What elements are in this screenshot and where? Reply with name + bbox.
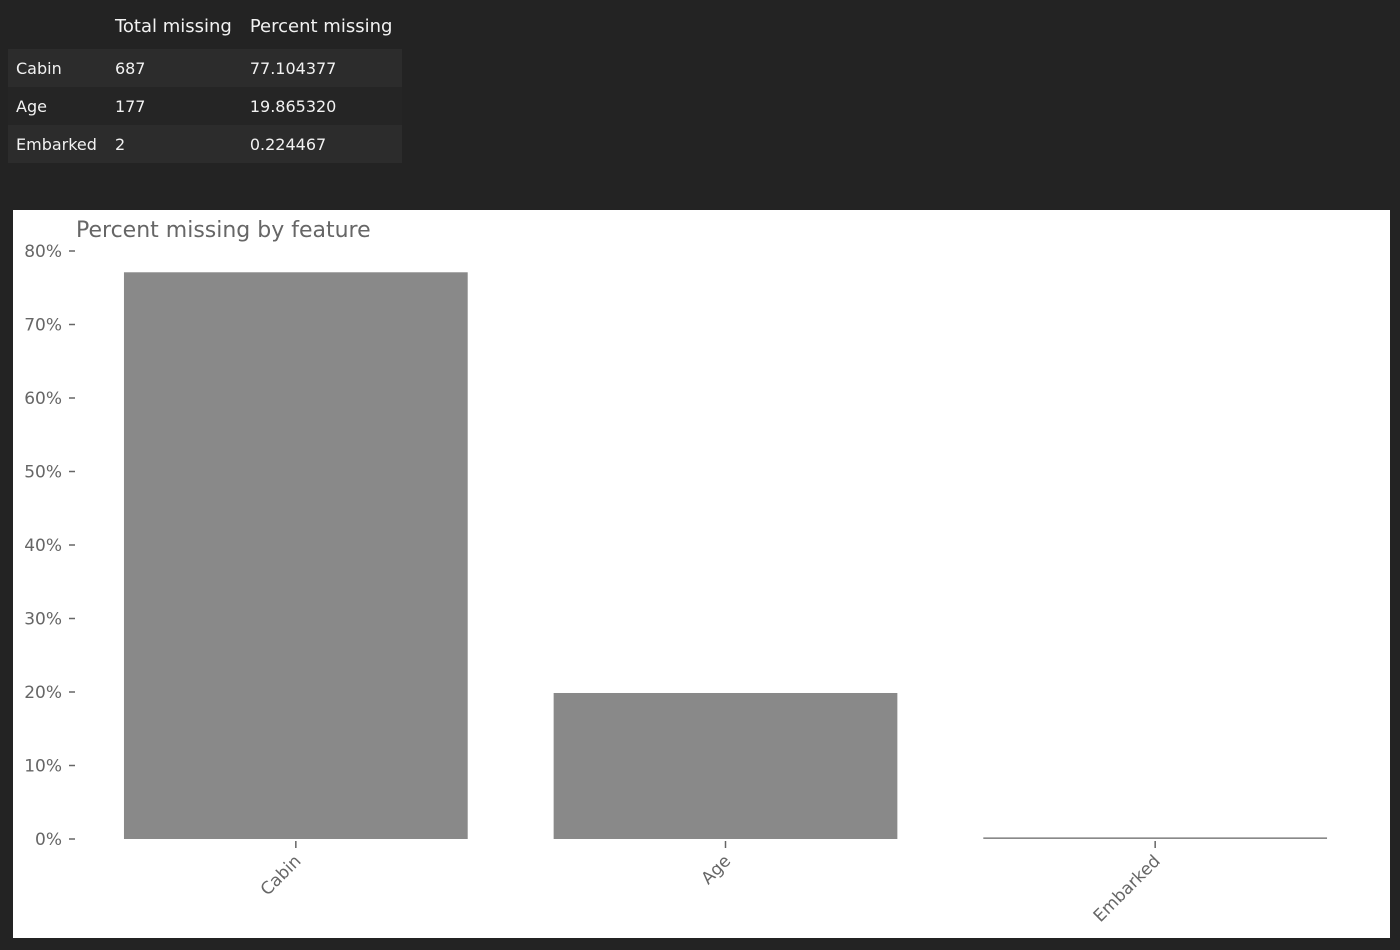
row-index: Cabin bbox=[8, 49, 107, 87]
table-row: Cabin 687 77.104377 bbox=[8, 49, 403, 87]
y-tick-label: 60% bbox=[24, 389, 62, 409]
y-tick-label: 80% bbox=[24, 242, 62, 262]
bar-cabin bbox=[123, 272, 468, 839]
row-index: Age bbox=[8, 87, 107, 125]
total-missing-cell: 687 bbox=[106, 49, 242, 87]
table-row: Embarked 2 0.224467 bbox=[8, 125, 403, 163]
y-tick-label: 50% bbox=[24, 463, 62, 483]
y-tick-label: 0% bbox=[35, 830, 62, 850]
bar-age bbox=[553, 692, 898, 839]
index-header bbox=[8, 10, 107, 49]
row-index: Embarked bbox=[8, 125, 107, 163]
percent-missing-cell: 77.104377 bbox=[241, 49, 403, 87]
percent-missing-cell: 19.865320 bbox=[241, 87, 403, 125]
bars bbox=[123, 272, 1328, 839]
y-tick-label: 10% bbox=[24, 757, 62, 777]
bar-chart-panel: Percent missing by feature 0% 10% 20% 30% 40… bbox=[13, 210, 1390, 938]
table-row: Age 177 19.865320 bbox=[8, 87, 403, 125]
y-tick-label: 20% bbox=[24, 683, 62, 703]
y-tick-label: 40% bbox=[24, 536, 62, 556]
notebook-output: Total missing Percent missing Cabin 687 … bbox=[0, 0, 1400, 950]
y-axis: 0% 10% 20% 30% 40% 50% 60% 70% 80% bbox=[24, 242, 75, 850]
y-tick-label: 70% bbox=[24, 316, 62, 336]
total-missing-header: Total missing bbox=[114, 16, 232, 37]
table-header-row: Total missing Percent missing bbox=[8, 10, 402, 49]
missing-values-table: Total missing Percent missing Cabin 687 … bbox=[8, 10, 403, 163]
x-axis: Cabin Age Embarked bbox=[257, 841, 1165, 926]
bar-chart: Percent missing by feature 0% 10% 20% 30% 40… bbox=[24, 218, 1328, 926]
total-missing-cell: 177 bbox=[106, 87, 242, 125]
chart-title: Percent missing by feature bbox=[76, 218, 371, 243]
percent-missing-header: Percent missing bbox=[249, 16, 393, 37]
bar-embarked bbox=[983, 837, 1328, 839]
x-tick-label: Embarked bbox=[1090, 851, 1165, 926]
x-tick-label: Cabin bbox=[257, 851, 305, 899]
y-tick-label: 30% bbox=[24, 610, 62, 630]
total-missing-cell: 2 bbox=[106, 125, 242, 163]
x-tick-label: Age bbox=[698, 851, 735, 888]
percent-missing-cell: 0.224467 bbox=[241, 125, 403, 163]
